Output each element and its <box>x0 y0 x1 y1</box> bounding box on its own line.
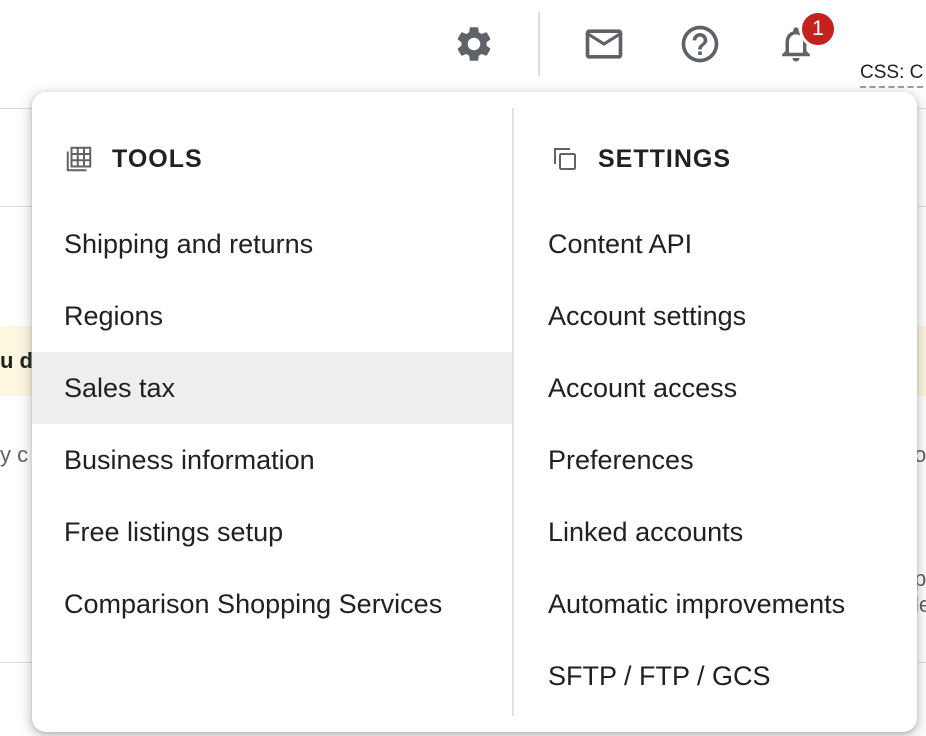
settings-title: SETTINGS <box>598 144 732 173</box>
gear-icon <box>457 27 491 61</box>
banner-text-fragment: u d <box>0 348 33 373</box>
tools-header: TOOLS <box>64 144 203 174</box>
settings-menu-item[interactable]: Account settings <box>514 280 917 352</box>
body-text-fragment-left: y c <box>0 442 29 467</box>
settings-header: SETTINGS <box>550 144 731 174</box>
css-link[interactable]: CSS: C <box>860 62 924 88</box>
page: u d y c o p le 1 CSS: C <box>0 0 926 736</box>
settings-menu-item[interactable]: Content API <box>514 208 917 280</box>
settings-menu-item[interactable]: Preferences <box>514 424 917 496</box>
tools-menu-item[interactable]: Comparison Shopping Services <box>32 568 512 640</box>
tools-menu-item[interactable]: Free listings setup <box>32 496 512 568</box>
settings-button[interactable] <box>452 22 496 66</box>
help-button[interactable] <box>678 22 722 66</box>
settings-list: Content API Account settings Account acces… <box>514 208 917 712</box>
tools-title: TOOLS <box>112 144 203 173</box>
tools-settings-menu: TOOLS Shipping and returns Regions Sales t… <box>32 92 917 732</box>
messages-button[interactable] <box>582 22 626 66</box>
copy-icon <box>550 144 580 174</box>
tools-column: TOOLS Shipping and returns Regions Sales t… <box>32 92 512 732</box>
notification-badge: 1 <box>799 10 837 48</box>
tools-menu-item[interactable]: Sales tax <box>32 352 512 424</box>
topbar-separator <box>538 12 540 76</box>
mail-icon <box>585 29 623 59</box>
settings-menu-item[interactable]: SFTP / FTP / GCS <box>514 640 917 712</box>
tools-menu-item[interactable]: Business information <box>32 424 512 496</box>
grid-icon <box>64 144 94 174</box>
tools-list: Shipping and returns Regions Sales tax Busi… <box>32 208 512 640</box>
settings-column: SETTINGS Content API Account settings Acco… <box>514 92 917 732</box>
tools-menu-item[interactable]: Shipping and returns <box>32 208 512 280</box>
tools-menu-item[interactable]: Regions <box>32 280 512 352</box>
help-icon <box>681 25 719 63</box>
settings-menu-item[interactable]: Account access <box>514 352 917 424</box>
settings-menu-item[interactable]: Linked accounts <box>514 496 917 568</box>
settings-menu-item[interactable]: Automatic improvements <box>514 568 917 640</box>
